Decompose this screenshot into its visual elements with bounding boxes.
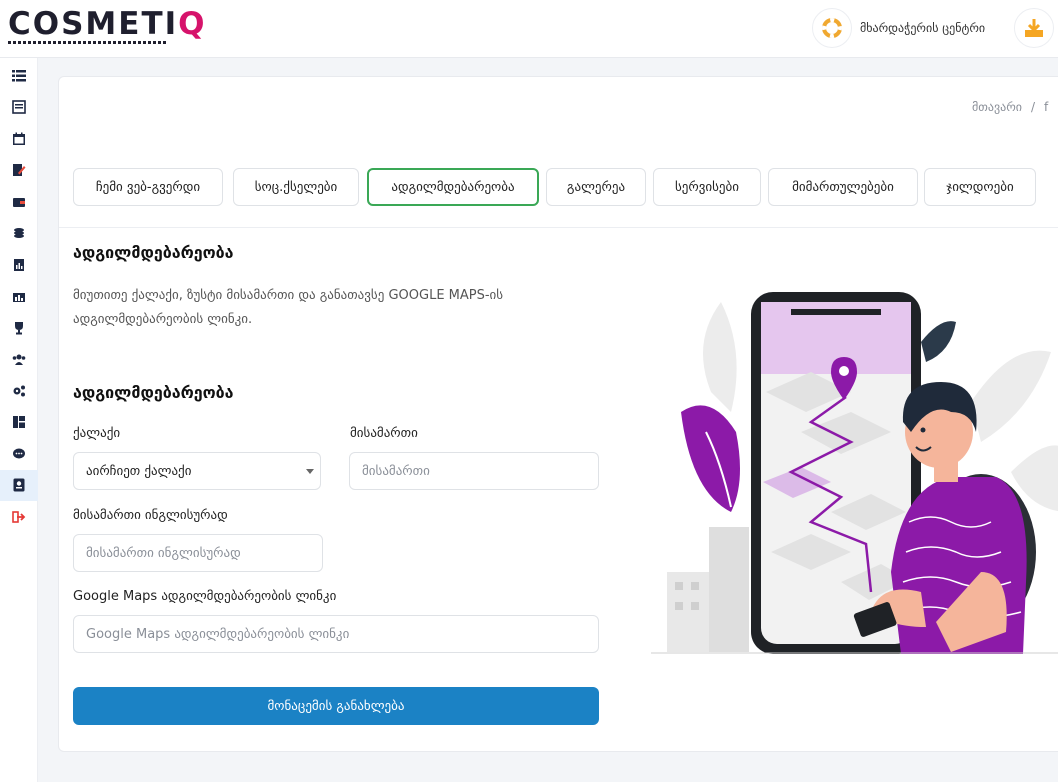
breadcrumb: მთავარი / f [972, 100, 1048, 114]
city-select[interactable]: აირჩიეთ ქალაქი [73, 452, 321, 490]
users-icon [12, 354, 26, 366]
tab-directions[interactable]: მიმართულებები [768, 168, 918, 206]
table-icon [12, 100, 26, 115]
sidebar-item-users[interactable] [0, 344, 38, 376]
logo-tagline-graphic [8, 41, 168, 44]
tab-location[interactable]: ადგილმდებარეობა [367, 168, 539, 206]
report-icon [14, 258, 24, 271]
sidebar [0, 58, 38, 782]
sidebar-item-trophy[interactable] [0, 312, 38, 344]
sidebar-item-calendar[interactable] [0, 123, 38, 155]
location-card: მთავარი / f ჩემი ვებ-გვერდი სოც.ქსელები ად… [58, 76, 1058, 752]
tab-my-website[interactable]: ჩემი ვებ-გვერდი [73, 168, 223, 206]
address-en-input[interactable] [73, 534, 323, 572]
layout-icon [13, 416, 25, 429]
list-icon [12, 69, 26, 82]
sidebar-item-layout[interactable] [0, 407, 38, 439]
logo-text: COSMETIQ [8, 6, 207, 42]
sidebar-item-settings[interactable] [0, 375, 38, 407]
city-label: ქალაქი [73, 426, 121, 441]
divider [59, 227, 1058, 228]
location-illustration [651, 292, 1058, 654]
address-label: მისამართი [350, 426, 418, 441]
support-center-label: მხარდაჭერის ცენტრი [860, 21, 986, 35]
maps-link-input[interactable] [73, 615, 599, 653]
download-icon[interactable] [1014, 8, 1054, 48]
sidebar-item-profile[interactable] [0, 469, 38, 501]
chart-icon [13, 293, 25, 303]
address-en-label: მისამართი ინგლისურად [73, 508, 228, 523]
wallet-icon [13, 197, 25, 207]
breadcrumb-separator: / [1030, 100, 1036, 114]
tab-awards[interactable]: ჯილდოები [924, 168, 1036, 206]
city-select-value: აირჩიეთ ქალაქი [86, 463, 192, 479]
tab-gallery[interactable]: გალერეა [546, 168, 646, 206]
maps-link-label: Google Maps ადგილმდებარეობის ლინკი [73, 589, 337, 604]
update-data-button[interactable]: მონაცემის განახლება [73, 687, 599, 725]
edit-document-icon [13, 164, 26, 177]
calendar-icon [13, 132, 25, 145]
coins-icon [14, 228, 24, 239]
intro-title: ადგილმდებარეობა [73, 243, 234, 262]
sidebar-item-chart[interactable] [0, 281, 38, 313]
intro-description: მიუთითე ქალაქი, ზუსტი მისამართი და განათ… [73, 288, 504, 327]
sidebar-item-chat[interactable] [0, 438, 38, 470]
profile-card-icon [13, 478, 25, 492]
sidebar-item-edit[interactable] [0, 155, 38, 187]
breadcrumb-current: f [1044, 100, 1049, 114]
sidebar-item-report[interactable] [0, 249, 38, 281]
tab-services[interactable]: სერვისები [653, 168, 761, 206]
top-header: COSMETIQ მხარდაჭერის ცენტრი [0, 0, 1058, 58]
lifebuoy-icon [812, 8, 852, 48]
settings-icon [13, 385, 25, 397]
tab-social-networks[interactable]: სოც.ქსელები [233, 168, 359, 206]
logout-icon [12, 510, 26, 523]
trophy-icon [15, 321, 23, 335]
sidebar-item-coins[interactable] [0, 218, 38, 250]
chevron-down-icon [306, 469, 314, 474]
sidebar-item-table[interactable] [0, 92, 38, 124]
chat-icon [13, 448, 25, 459]
form-title: ადგილმდებარეობა [73, 383, 234, 402]
sidebar-item-list[interactable] [0, 60, 38, 92]
address-input[interactable] [349, 452, 599, 490]
logo[interactable]: COSMETIQ [8, 6, 207, 44]
sidebar-item-logout[interactable] [0, 501, 38, 533]
support-center-button[interactable]: მხარდაჭერის ცენტრი [812, 8, 985, 48]
breadcrumb-home[interactable]: მთავარი [972, 100, 1022, 114]
sidebar-item-wallet[interactable] [0, 186, 38, 218]
